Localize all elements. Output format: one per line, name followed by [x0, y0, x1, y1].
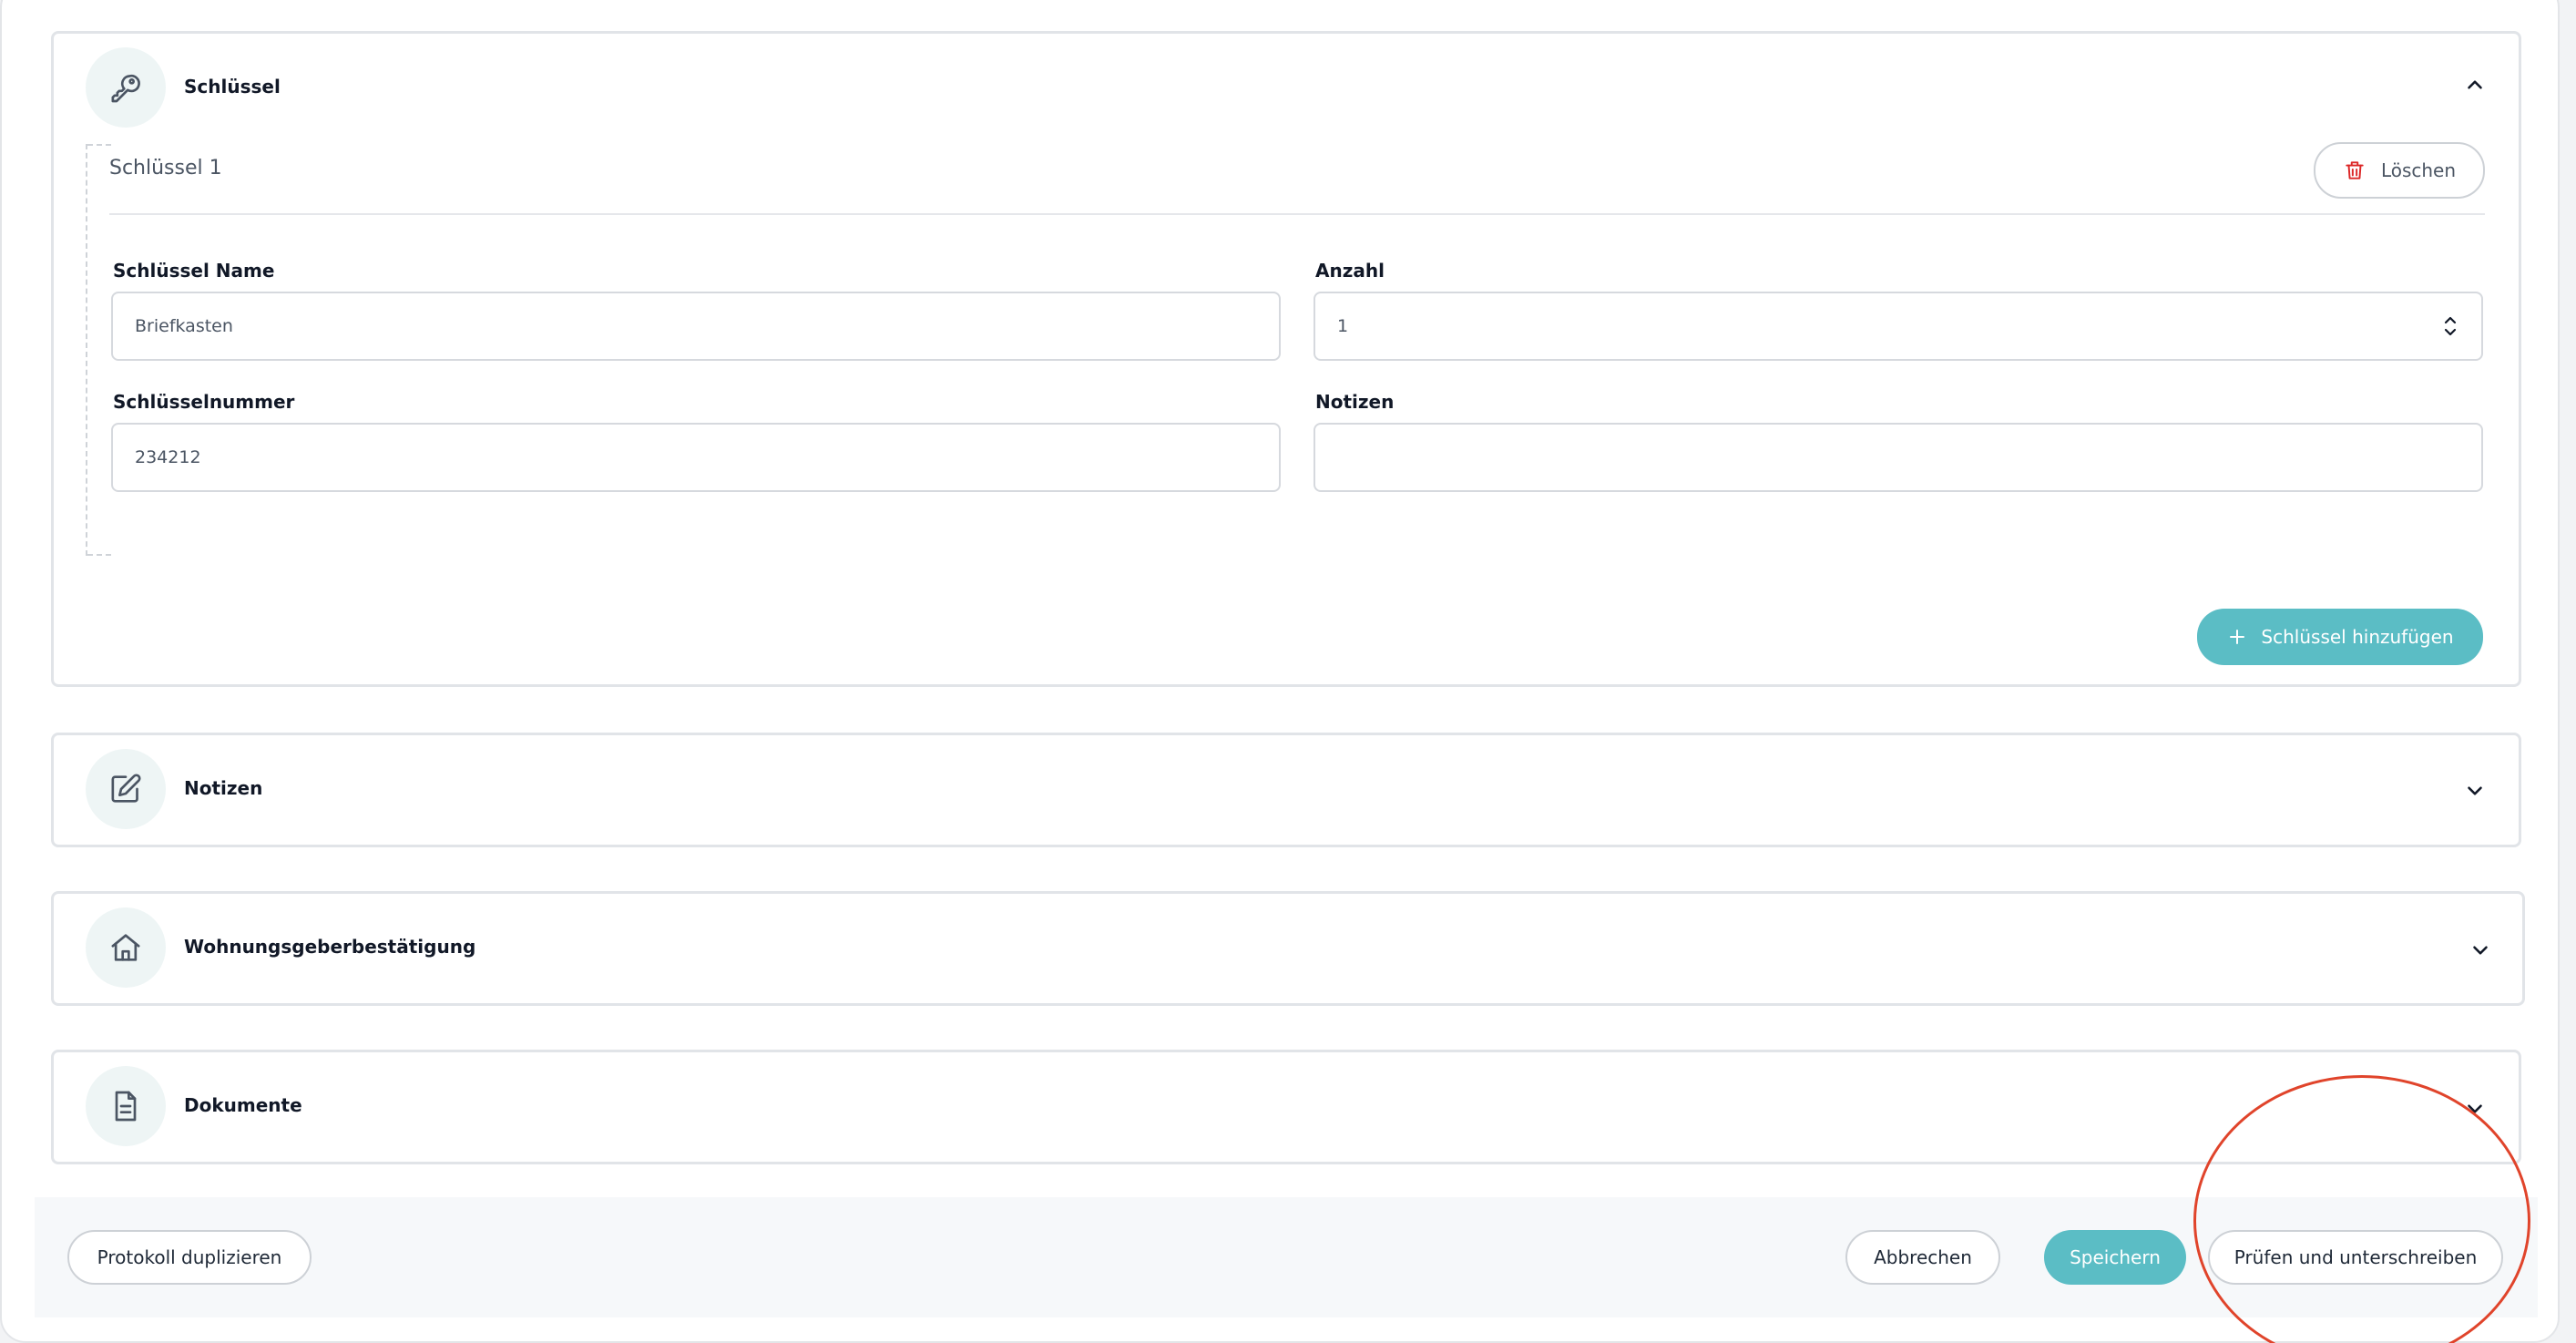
notes-section-title: Notizen	[184, 777, 263, 799]
key-entry-heading: Schlüssel 1	[109, 157, 222, 179]
key-count-label: Anzahl	[1315, 260, 1385, 282]
key-number-label: Schlüsselnummer	[113, 391, 295, 413]
save-button[interactable]: Speichern	[2044, 1230, 2186, 1285]
landlord-section-icon-wrap	[86, 907, 166, 988]
key-number-input[interactable]	[111, 423, 1281, 492]
documents-section[interactable]	[51, 1050, 2521, 1164]
documents-section-icon-wrap	[86, 1066, 166, 1146]
stepper-arrows-icon[interactable]	[2441, 313, 2459, 340]
notes-expand-button[interactable]	[2463, 779, 2487, 803]
chevron-up-icon	[2468, 80, 2482, 89]
duplicate-protocol-button[interactable]: Protokoll duplizieren	[67, 1230, 312, 1285]
landlord-section-title: Wohnungsgeberbestätigung	[184, 936, 476, 958]
add-key-button[interactable]: Schlüssel hinzufügen	[2197, 609, 2483, 665]
key-name-label: Schlüssel Name	[113, 260, 275, 282]
documents-section-title: Dokumente	[184, 1094, 302, 1116]
delete-key-label: Löschen	[2380, 159, 2457, 181]
review-and-sign-label: Prüfen und unterschreiben	[2234, 1246, 2478, 1268]
plus-icon	[2230, 630, 2245, 644]
key-entry-divider	[109, 213, 2485, 215]
landlord-expand-button[interactable]	[2469, 938, 2492, 962]
documents-expand-button[interactable]	[2463, 1097, 2487, 1121]
key-notes-input[interactable]	[1314, 423, 2483, 492]
notes-section[interactable]	[51, 733, 2521, 847]
key-icon	[111, 74, 140, 103]
key-name-input[interactable]	[111, 292, 1281, 361]
add-key-label: Schlüssel hinzufügen	[2261, 626, 2454, 648]
save-label: Speichern	[2070, 1246, 2161, 1268]
delete-key-button[interactable]: Löschen	[2314, 142, 2485, 199]
cancel-button[interactable]: Abbrechen	[1845, 1230, 2000, 1285]
key-notes-label: Notizen	[1315, 391, 1395, 413]
duplicate-protocol-label: Protokoll duplizieren	[97, 1246, 282, 1268]
cancel-label: Abbrechen	[1874, 1246, 1972, 1268]
keys-section-title: Schlüssel	[184, 76, 281, 97]
document-icon	[115, 1091, 137, 1122]
chevron-down-icon	[2468, 786, 2482, 795]
review-and-sign-button[interactable]: Prüfen und unterschreiben	[2208, 1230, 2503, 1285]
home-icon	[111, 934, 140, 961]
keys-section-icon-wrap	[86, 47, 166, 128]
keys-collapse-button[interactable]	[2463, 73, 2487, 97]
trash-icon	[2346, 161, 2364, 179]
chevron-down-icon	[2473, 946, 2488, 955]
key-count-stepper[interactable]	[1314, 292, 2483, 361]
chevron-down-icon	[2468, 1104, 2482, 1113]
edit-icon	[111, 774, 141, 803]
notes-section-icon-wrap	[86, 749, 166, 829]
key-entry-guide	[86, 144, 111, 556]
